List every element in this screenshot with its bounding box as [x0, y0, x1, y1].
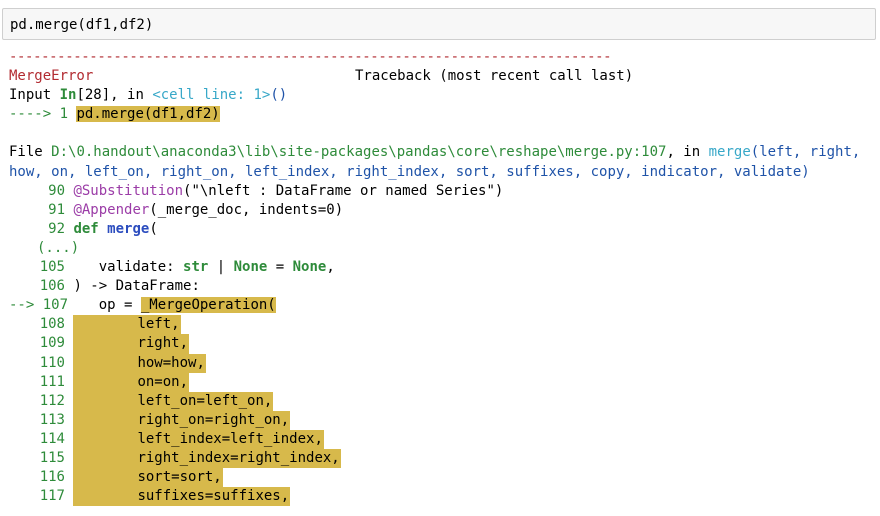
input-code: pd.merge(df1,df2) [10, 17, 154, 33]
error-header: MergeError Traceback (most recent call la… [9, 67, 875, 86]
func-name-link[interactable]: merge [709, 144, 751, 160]
highlighted-call: pd.merge(df1,df2) [76, 106, 220, 123]
line-number: 117 [39, 488, 65, 505]
code-cell-input[interactable]: pd.merge(df1,df2) [2, 8, 876, 40]
code-line-111: 111 on=on, [9, 372, 875, 392]
input-cell-number: [28] [76, 87, 111, 104]
line-number: 116 [39, 469, 65, 486]
highlighted-call: _MergeOperation( [140, 297, 276, 314]
input-prefix: Input [9, 87, 60, 104]
code-line-107: --> 107 op = _MergeOperation( [9, 296, 875, 315]
ellipsis-line: (...) [9, 239, 875, 258]
union-bar: | [208, 259, 234, 276]
line-number: 112 [39, 392, 65, 409]
highlighted-argument: left_index=left_index, [73, 429, 324, 449]
file-path-link[interactable]: D:\0.handout\anaconda3\lib\site-packages… [51, 144, 666, 160]
highlighted-code-block: 108 left, 109 right, 110 how=how, 111 on=on… [9, 315, 875, 507]
line-number: 106 [39, 278, 65, 295]
code-line-109: 109 right, [9, 334, 875, 354]
highlighted-argument: suffixes=suffixes, [73, 487, 291, 507]
code-line-108: 108 left, [9, 315, 875, 335]
line-number: 90 [48, 182, 65, 199]
decorator: @Substitution [73, 182, 184, 199]
line-number: 91 [48, 201, 65, 218]
highlighted-argument: right_index=right_index, [73, 448, 341, 469]
function-name: merge [98, 220, 150, 237]
file-prefix: File [9, 144, 52, 161]
code-line-91: 91 @Appender(_merge_doc, indents=0) [9, 201, 875, 220]
traceback-separator: ----------------------------------------… [9, 49, 612, 65]
code-line-113: 113 right_on=right_on, [9, 410, 875, 430]
arrow-line-1: ----> 1 pd.merge(df1,df2) [9, 105, 875, 124]
highlighted-argument: sort=sort, [73, 468, 223, 488]
line-number: 111 [39, 373, 65, 390]
file-line: File D:\0.handout\anaconda3\lib\site-pac… [9, 143, 875, 181]
code-line-110: 110 how=how, [9, 353, 875, 373]
line-number: 105 [39, 259, 65, 276]
call-parens: () [270, 87, 288, 104]
decorator: @Appender [73, 201, 150, 218]
code-line-116: 116 sort=sort, [9, 468, 875, 488]
input-word: In [59, 87, 77, 104]
code-line-114: 114 left_index=left_index, [9, 429, 875, 449]
param-name: validate: [98, 259, 184, 276]
def-keyword: def [73, 220, 99, 237]
line-number: 110 [39, 354, 65, 371]
code-line-115: 115 right_index=right_index, [9, 448, 875, 469]
highlighted-argument: right_on=right_on, [73, 410, 291, 430]
line-number: 114 [39, 430, 65, 447]
highlighted-argument: left_on=left_on, [73, 391, 274, 411]
assignment: op = [98, 297, 141, 314]
code-line-92: 92 def merge( [9, 220, 875, 239]
error-name: MergeError [9, 68, 94, 85]
open-paren: ( [149, 220, 158, 237]
arrow-marker-1: ----> 1 [9, 106, 77, 123]
none-keyword: None [233, 259, 268, 276]
line-number: 92 [48, 220, 65, 237]
highlighted-argument: on=on, [73, 372, 190, 392]
input-line: Input In[28], in <cell line: 1>() [9, 86, 875, 105]
code-line-112: 112 left_on=left_on, [9, 391, 875, 411]
equals: = [267, 259, 293, 276]
highlighted-argument: left, [73, 315, 181, 335]
line-number: 109 [39, 335, 65, 352]
error-output: ----------------------------------------… [9, 48, 875, 507]
traceback-label: Traceback (most recent call last) [355, 68, 634, 85]
line-number: 108 [39, 316, 65, 333]
code-line-106: 106 ) -> DataFrame: [9, 277, 875, 296]
comma: , [326, 259, 335, 276]
highlighted-argument: right, [73, 334, 190, 354]
decorator-args: (_merge_doc, indents=0) [149, 201, 344, 218]
cell-line-link[interactable]: <cell line: 1> [152, 87, 270, 103]
decorator-args: ("\nleft : DataFrame or named Series") [183, 182, 504, 199]
ellipsis: (...) [37, 239, 80, 256]
current-line-arrow: --> 107 [9, 297, 69, 314]
file-in: , in [666, 144, 709, 161]
line-number: 115 [39, 449, 65, 466]
highlighted-argument: how=how, [73, 353, 206, 373]
input-sep: , in [110, 87, 153, 104]
type-name: str [183, 259, 209, 276]
line-number: 113 [39, 411, 65, 428]
return-annotation: ) -> DataFrame: [73, 278, 200, 295]
code-line-117: 117 suffixes=suffixes, [9, 487, 875, 507]
code-line-105: 105 validate: str | None = None, [9, 258, 875, 277]
none-keyword: None [292, 259, 327, 276]
code-line-90: 90 @Substitution("\nleft : DataFrame or … [9, 182, 875, 201]
